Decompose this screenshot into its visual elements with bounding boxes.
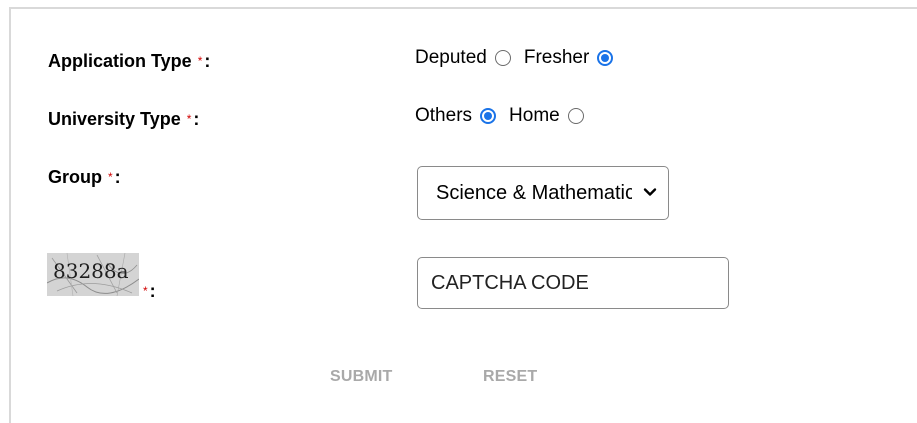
required-mark: * bbox=[108, 170, 113, 184]
label-colon: : bbox=[204, 51, 211, 71]
group-text: Group bbox=[48, 167, 102, 187]
captcha-label: *: bbox=[143, 281, 156, 302]
radio-label-home: Home bbox=[509, 105, 560, 126]
group-select-value: Science & Mathematics bbox=[436, 181, 632, 204]
radio-home[interactable] bbox=[567, 108, 584, 124]
university-type-text: University Type bbox=[48, 109, 181, 129]
group-select[interactable]: Science & Mathematics bbox=[417, 166, 669, 220]
captcha-image: 83288a bbox=[47, 253, 139, 296]
captcha-input-value: CAPTCHA CODE bbox=[431, 271, 589, 294]
university-type-label: University Type *: bbox=[48, 109, 199, 130]
required-mark: * bbox=[186, 112, 192, 126]
captcha-input[interactable]: CAPTCHA CODE bbox=[417, 257, 729, 309]
reset-button[interactable]: RESET bbox=[483, 368, 537, 386]
university-type-radio-group: Others Home bbox=[415, 105, 597, 127]
captcha-image-text: 83288a bbox=[53, 259, 129, 283]
application-type-text: Application Type bbox=[48, 51, 192, 71]
submit-button[interactable]: SUBMIT bbox=[330, 368, 393, 386]
required-mark: * bbox=[143, 284, 148, 298]
application-type-radio-group: Deputed Fresher bbox=[415, 47, 626, 69]
radio-deputed[interactable] bbox=[494, 50, 511, 66]
group-label: Group *: bbox=[48, 167, 121, 188]
radio-fresher[interactable] bbox=[597, 50, 614, 66]
chevron-down-icon bbox=[643, 188, 657, 196]
label-colon: : bbox=[114, 167, 121, 187]
label-colon: : bbox=[149, 281, 156, 301]
label-colon: : bbox=[193, 109, 200, 129]
radio-label-deputed: Deputed bbox=[415, 47, 487, 68]
radio-label-others: Others bbox=[415, 105, 473, 126]
application-type-label: Application Type *: bbox=[48, 51, 210, 72]
required-mark: * bbox=[197, 54, 203, 68]
radio-others[interactable] bbox=[480, 108, 497, 124]
radio-label-fresher: Fresher bbox=[523, 47, 590, 68]
